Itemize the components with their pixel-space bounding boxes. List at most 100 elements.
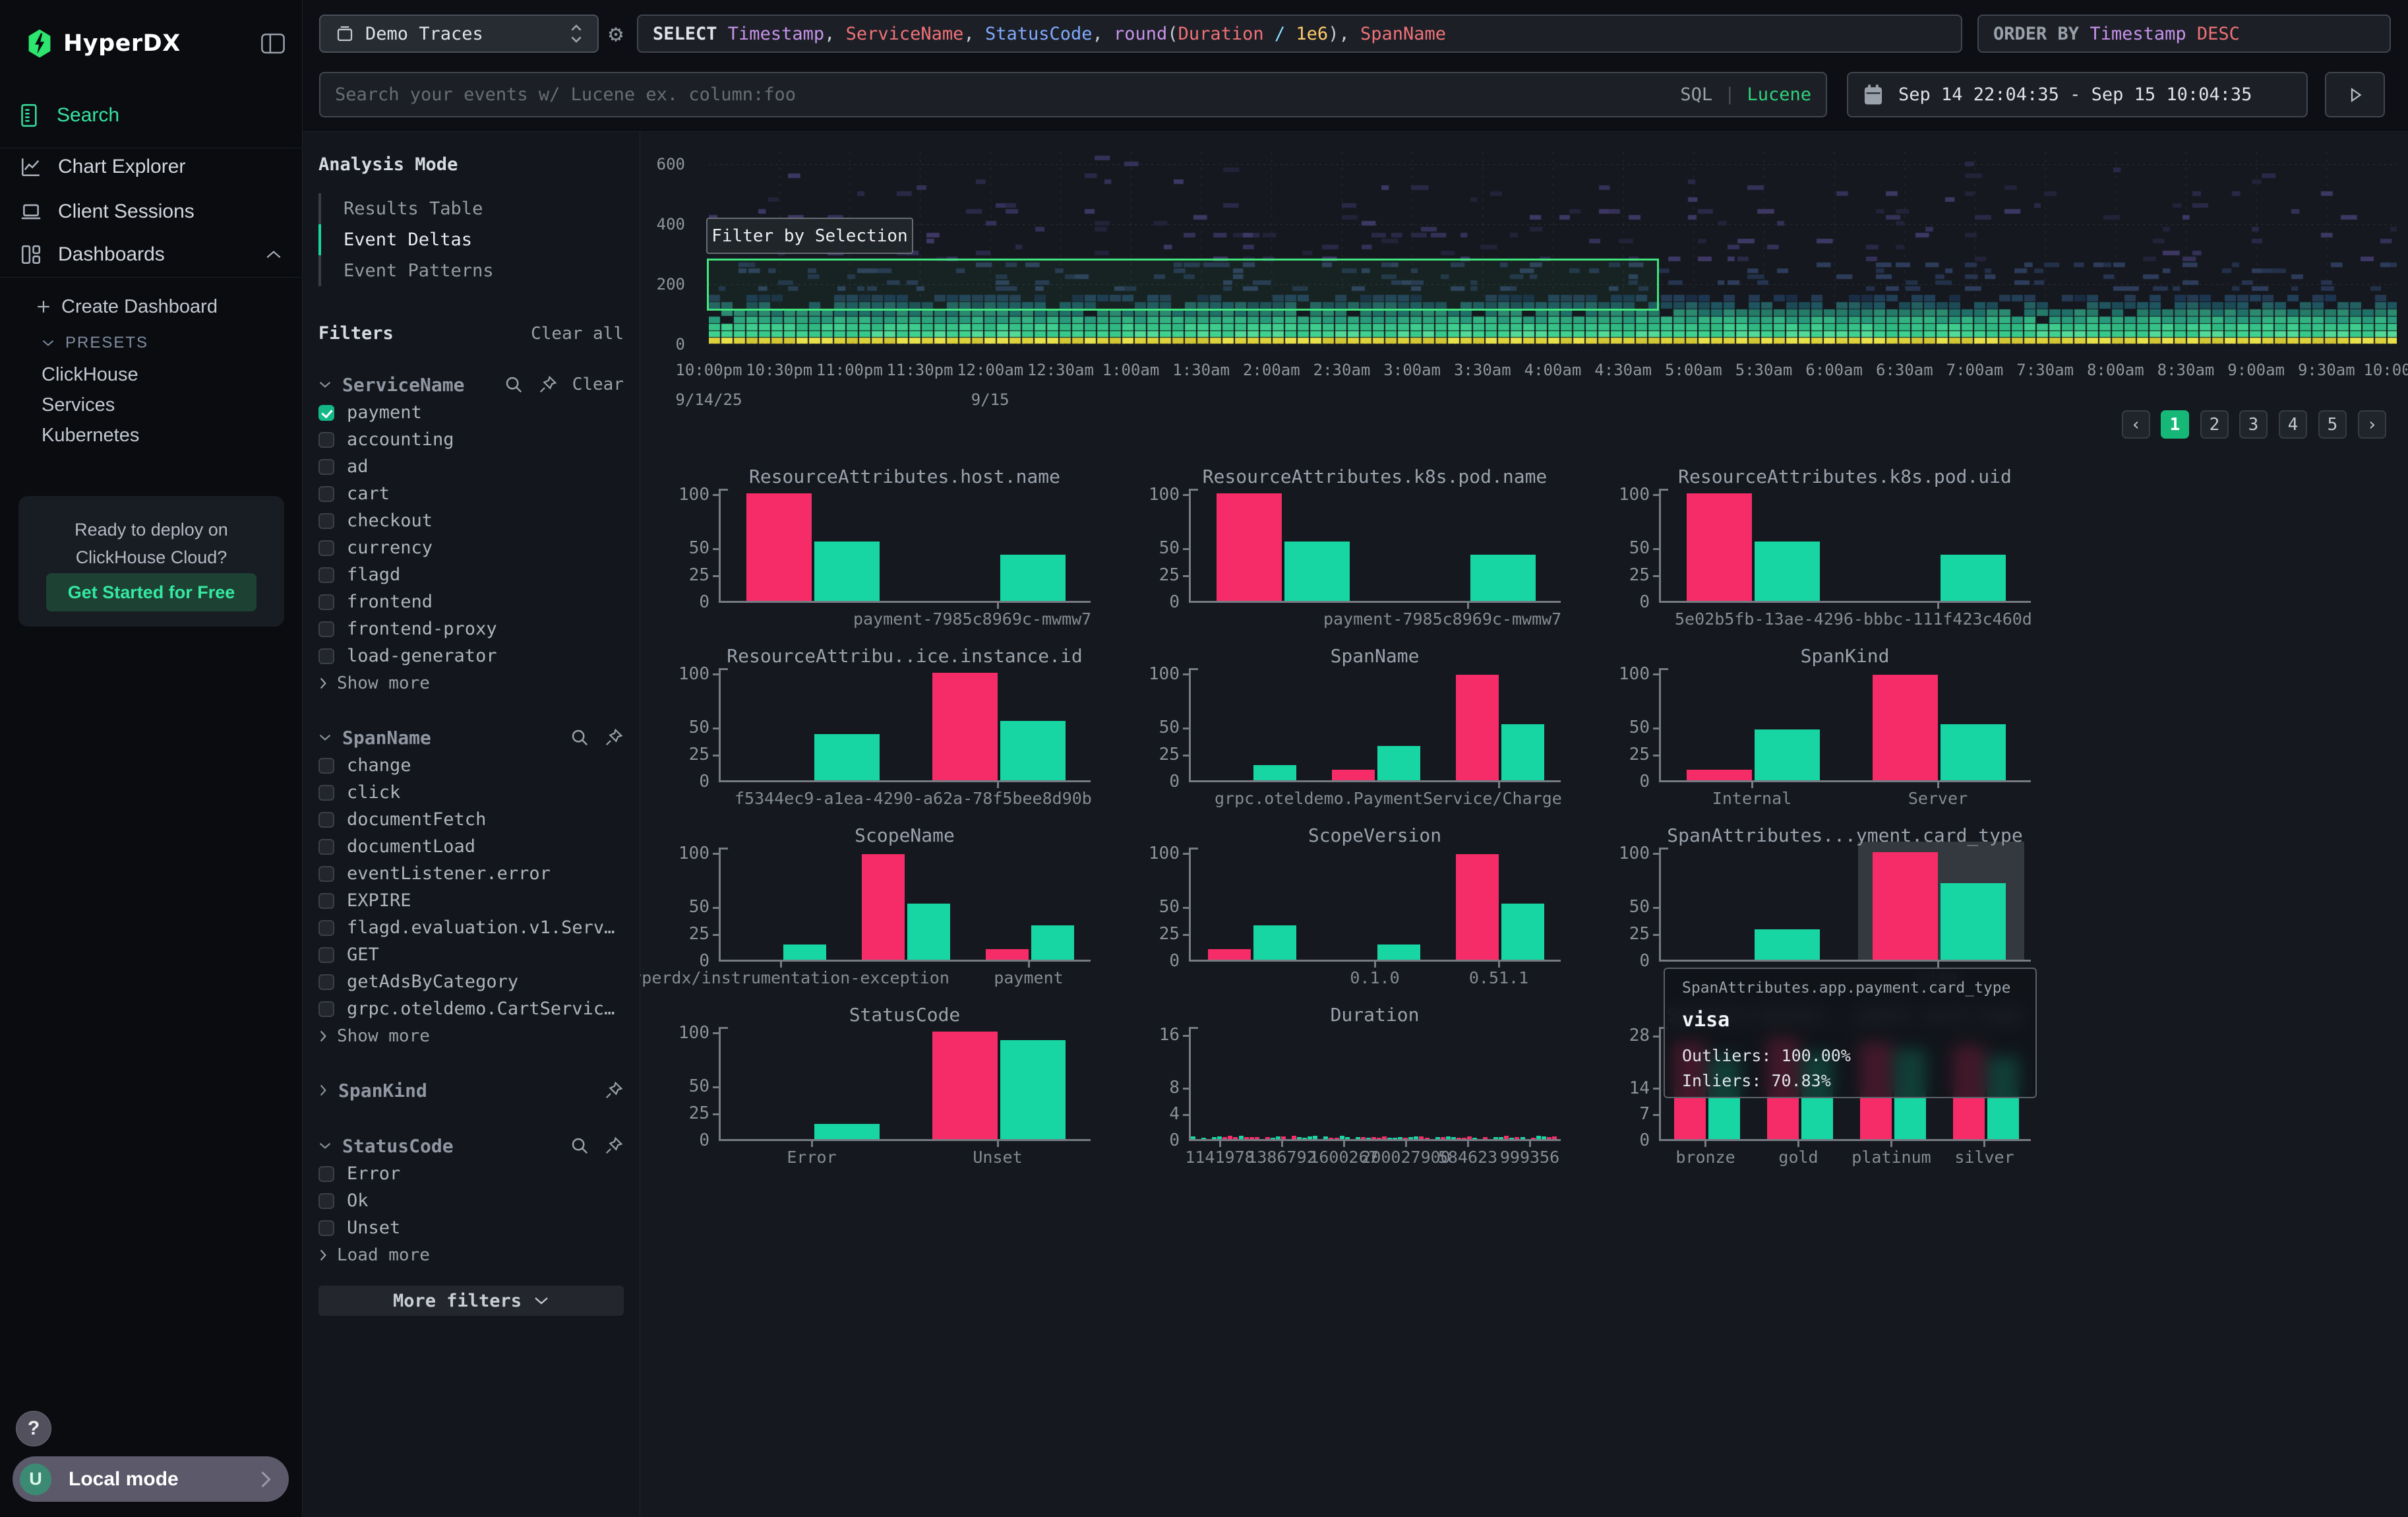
outlier-bar[interactable] [746,493,812,601]
inlier-bar[interactable] [1031,925,1074,960]
pagination-page-1[interactable]: 1 [2161,410,2189,439]
inlier-bar[interactable] [1755,929,1820,960]
inlier-bar[interactable] [1501,904,1544,960]
checkbox[interactable] [318,648,334,664]
checkbox[interactable] [318,974,334,990]
inlier-bar[interactable] [1253,925,1296,960]
checkbox[interactable] [318,540,334,556]
search-input[interactable] [335,84,1680,105]
filter-item[interactable]: Ok [318,1187,624,1214]
search-icon[interactable] [570,728,589,747]
filter-item[interactable]: GET [318,941,624,968]
checkbox[interactable] [318,839,334,855]
outlier-bar[interactable] [1687,770,1752,780]
chevron-down-icon[interactable] [318,380,332,389]
filter-by-selection-button[interactable]: Filter by Selection [706,218,913,254]
checkbox[interactable] [318,594,334,610]
filter-group-header[interactable]: SpanKind [318,1076,624,1105]
filter-item[interactable]: Unset [318,1214,624,1241]
checkbox[interactable] [318,486,334,502]
pagination-next[interactable]: › [2358,410,2386,439]
get-started-button[interactable]: Get Started for Free [46,573,256,611]
pin-icon[interactable] [604,1136,624,1156]
filter-item[interactable]: eventListener.error [318,860,624,887]
inlier-bar[interactable] [1377,944,1420,960]
filter-item[interactable]: currency [318,534,624,561]
pagination-prev[interactable]: ‹ [2122,410,2150,439]
checkbox[interactable] [318,947,334,963]
filter-item[interactable]: ad [318,453,624,480]
inlier-bar[interactable] [1501,724,1544,780]
checkbox[interactable] [318,893,334,909]
chevron-down-icon[interactable] [318,1141,332,1150]
inlier-bar[interactable] [907,904,950,960]
filter-item[interactable]: grpc.oteldemo.CartServic… [318,995,624,1022]
checkbox[interactable] [318,1166,334,1182]
lucene-toggle[interactable]: Lucene [1747,84,1811,105]
checkbox[interactable] [318,785,334,801]
source-select[interactable]: Demo Traces [319,15,599,53]
more-filters-button[interactable]: More filters [318,1285,624,1316]
filter-item[interactable]: documentFetch [318,806,624,833]
chevron-right-icon[interactable] [318,1084,328,1097]
checkbox[interactable] [318,513,334,529]
outlier-bar[interactable] [1687,493,1752,601]
checkbox[interactable] [318,920,334,936]
search-icon-wrap[interactable] [570,1136,589,1156]
checkbox[interactable] [318,621,334,637]
filter-item[interactable]: getAdsByCategory [318,968,624,995]
show-more-button[interactable]: Show more [318,669,624,697]
checkbox[interactable] [318,1220,334,1236]
filter-group-clear[interactable]: Clear [572,375,624,394]
filter-item[interactable]: flagd.evaluation.v1.Serv… [318,914,624,941]
outlier-bar[interactable] [1873,852,1938,960]
inlier-bar[interactable] [1755,542,1820,601]
analysis-mode-option[interactable]: Results Table [318,193,624,224]
pagination-page-2[interactable]: 2 [2200,410,2229,439]
sidebar-item-clickhouse[interactable]: ClickHouse [0,360,302,389]
filter-item[interactable]: click [318,779,624,806]
inlier-bar[interactable] [814,734,880,780]
sidebar-item-chart-explorer[interactable]: Chart Explorer [0,150,302,183]
outlier-bar[interactable] [1332,770,1375,780]
inlier-bar[interactable] [1470,555,1536,601]
help-button[interactable]: ? [16,1411,51,1446]
filter-group-header[interactable]: SpanName [318,723,624,752]
filter-group-header[interactable]: StatusCode [318,1131,624,1160]
show-more-button[interactable]: Show more [318,1022,624,1049]
outlier-bar[interactable] [1456,675,1499,780]
filter-item[interactable]: documentLoad [318,833,624,860]
outlier-bar[interactable] [1217,493,1282,601]
filter-item[interactable]: checkout [318,507,624,534]
inlier-bar[interactable] [814,542,880,601]
sql-toggle[interactable]: SQL [1680,84,1712,105]
filter-item[interactable]: change [318,752,624,779]
filter-item[interactable]: payment [318,399,624,426]
checkbox[interactable] [318,567,334,583]
filter-item[interactable]: Error [318,1160,624,1187]
inlier-bar[interactable] [1284,542,1350,601]
pagination-page-3[interactable]: 3 [2239,410,2268,439]
inlier-bar[interactable] [1755,729,1820,780]
orderby-input[interactable]: ORDER BY Timestamp DESC [1977,15,2391,53]
outlier-bar[interactable] [1208,949,1251,960]
sidebar-collapse-icon[interactable] [261,33,285,54]
checkbox[interactable] [318,459,334,475]
pin-icon-wrap[interactable] [604,1136,624,1156]
sidebar-item-dashboards[interactable]: Dashboards [0,238,302,271]
create-dashboard-button[interactable]: Create Dashboard [0,292,302,321]
checkbox[interactable] [318,1193,334,1209]
inlier-bar[interactable] [1000,721,1066,780]
run-query-button[interactable] [2325,72,2385,117]
chevron-down-icon[interactable] [318,733,332,742]
pin-icon[interactable] [604,1080,624,1100]
show-more-button[interactable]: Load more [318,1241,624,1268]
inlier-bar[interactable] [1000,555,1066,601]
inlier-bar[interactable] [783,944,826,960]
filter-item[interactable]: cart [318,480,624,507]
search-icon[interactable] [504,375,524,394]
date-range-picker[interactable]: Sep 14 22:04:35 - Sep 15 10:04:35 [1847,72,2308,117]
chevron-up-icon[interactable] [265,249,282,261]
analysis-mode-option[interactable]: Event Deltas [318,224,624,255]
inlier-bar[interactable] [1941,883,2006,960]
